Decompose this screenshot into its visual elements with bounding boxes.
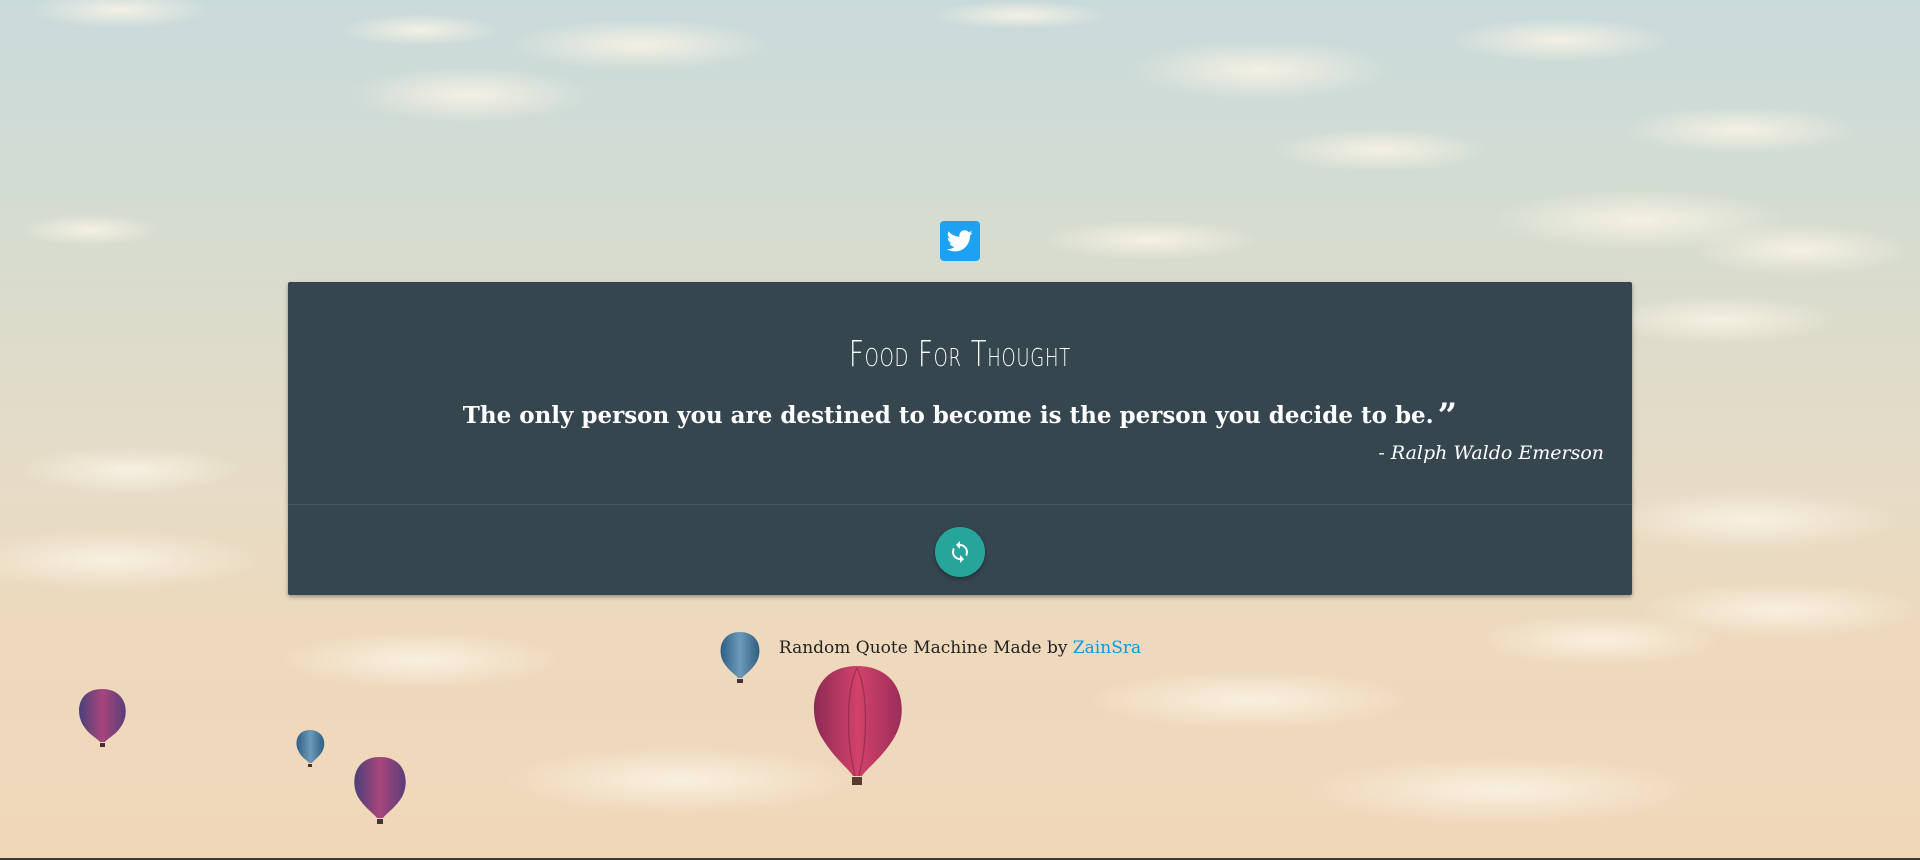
balloon-purple-mid bbox=[354, 757, 406, 824]
quote-card-content: Food For Thought The only person you are… bbox=[288, 282, 1632, 505]
quote-card: Food For Thought The only person you are… bbox=[288, 282, 1632, 595]
author-link[interactable]: ZainSra bbox=[1073, 638, 1141, 658]
balloon-blue-small bbox=[296, 730, 325, 767]
twitter-icon bbox=[947, 230, 973, 252]
new-quote-button[interactable] bbox=[935, 527, 985, 577]
quote-body: The only person you are destined to beco… bbox=[462, 402, 1434, 429]
quote-card-action bbox=[288, 505, 1632, 595]
tweet-button[interactable] bbox=[940, 221, 980, 261]
balloon-purple-left bbox=[79, 689, 126, 747]
quote-author: - Ralph Waldo Emerson bbox=[1378, 442, 1604, 464]
quote-mark-icon: ” bbox=[1437, 396, 1458, 436]
card-title: Food For Thought bbox=[849, 334, 1071, 375]
footer-text: Random Quote Machine Made by bbox=[778, 638, 1073, 658]
quote-text: The only person you are destined to beco… bbox=[288, 396, 1632, 442]
footer: Random Quote Machine Made by ZainSra bbox=[0, 638, 1920, 658]
refresh-icon bbox=[952, 541, 968, 563]
